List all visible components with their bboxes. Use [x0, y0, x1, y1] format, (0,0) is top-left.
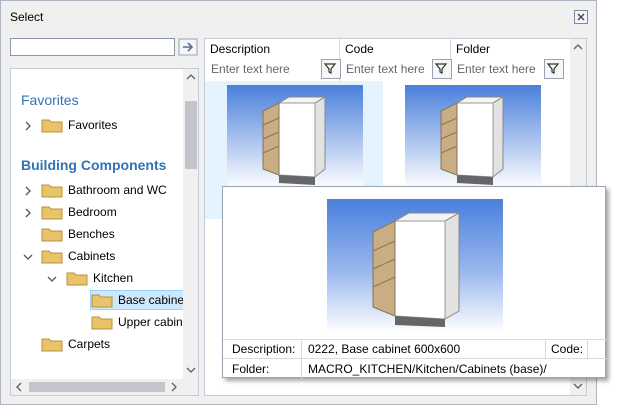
filter-button[interactable] [321, 59, 341, 79]
tree-item-kitchen[interactable]: Kitchen [93, 271, 133, 285]
chevron-right-icon[interactable] [23, 121, 33, 131]
tree-item-bedroom[interactable]: Bedroom [68, 205, 117, 219]
scroll-right-icon[interactable] [169, 382, 179, 392]
folder-icon [41, 206, 63, 220]
chevron-down-icon[interactable] [23, 252, 33, 262]
cabinet-preview-image [327, 199, 503, 333]
description-label: Description: [232, 342, 296, 356]
cabinet-image [372, 212, 461, 327]
close-icon [577, 13, 585, 21]
scroll-down-icon[interactable] [573, 381, 583, 391]
folder-value: MACRO_KITCHEN/Kitchen/Cabinets (base)/ [308, 362, 547, 376]
chevron-down-icon[interactable] [47, 274, 57, 284]
table-divider [223, 339, 607, 340]
cabinet-thumbnail [405, 85, 541, 189]
table-divider [587, 339, 588, 359]
filter-icon [434, 63, 448, 74]
column-description: Description [205, 39, 341, 81]
folder-filter-input[interactable] [455, 60, 543, 78]
window-title: Select [10, 10, 44, 24]
close-button[interactable] [574, 10, 588, 24]
search-input[interactable] [10, 38, 175, 56]
tree-item-carpets[interactable]: Carpets [68, 337, 110, 351]
tree-horizontal-thumb[interactable] [29, 382, 165, 392]
column-title[interactable]: Code [345, 42, 374, 56]
tree-item-cabinets[interactable]: Cabinets [68, 249, 115, 263]
tree-vertical-thumb[interactable] [185, 101, 197, 169]
scroll-down-icon[interactable] [186, 365, 196, 375]
scroll-up-icon[interactable] [573, 42, 583, 52]
code-label: Code: [551, 342, 584, 356]
folder-icon [41, 338, 63, 352]
folder-icon [41, 250, 63, 264]
cabinet-image [262, 96, 327, 185]
arrow-right-icon [178, 38, 198, 56]
filter-button[interactable] [432, 59, 452, 79]
column-title[interactable]: Folder [456, 42, 490, 56]
folder-icon [41, 184, 63, 198]
filter-icon [546, 63, 560, 74]
tree-item-favorites[interactable]: Favorites [68, 118, 117, 132]
description-filter-input[interactable] [209, 60, 321, 78]
tree-item-benches[interactable]: Benches [68, 227, 115, 241]
chevron-right-icon[interactable] [23, 208, 33, 218]
search-go-button[interactable] [178, 38, 198, 56]
folder-icon [41, 119, 63, 133]
group-heading-favorites: Favorites [21, 92, 79, 108]
chevron-right-icon[interactable] [23, 186, 33, 196]
column-code: Code [340, 39, 452, 81]
column-title[interactable]: Description [210, 42, 270, 56]
category-tree[interactable]: Favorites Favorites Building Components … [10, 68, 199, 396]
column-folder: Folder [451, 39, 564, 81]
description-value: 0222, Base cabinet 600x600 [308, 342, 461, 356]
scroll-up-icon[interactable] [186, 72, 196, 82]
tree-item-base-cabinet[interactable]: Base cabinet [118, 293, 187, 307]
cabinet-thumbnail [227, 85, 363, 189]
folder-icon [66, 272, 88, 286]
group-heading-building-components: Building Components [21, 157, 167, 173]
table-divider [223, 358, 607, 359]
table-divider [301, 339, 302, 379]
tree-item-upper-cabinet[interactable]: Upper cabin [118, 315, 183, 329]
cabinet-image [440, 96, 505, 185]
filter-icon [323, 63, 337, 74]
code-filter-input[interactable] [344, 60, 432, 78]
scroll-left-icon[interactable] [14, 382, 24, 392]
folder-icon [41, 228, 63, 242]
folder-label: Folder: [232, 362, 270, 376]
preview-popup: Description: 0222, Base cabinet 600x600 … [222, 186, 607, 379]
filter-button[interactable] [544, 59, 564, 79]
folder-icon [91, 294, 113, 308]
table-divider [545, 339, 546, 359]
scroll-corner [183, 379, 198, 395]
tree-horizontal-scrollbar[interactable] [11, 379, 183, 395]
title-bar: Select [1, 1, 596, 31]
folder-icon [91, 316, 113, 330]
tree-vertical-scrollbar[interactable] [183, 69, 198, 379]
tree-item-bathroom[interactable]: Bathroom and WC [68, 183, 167, 197]
